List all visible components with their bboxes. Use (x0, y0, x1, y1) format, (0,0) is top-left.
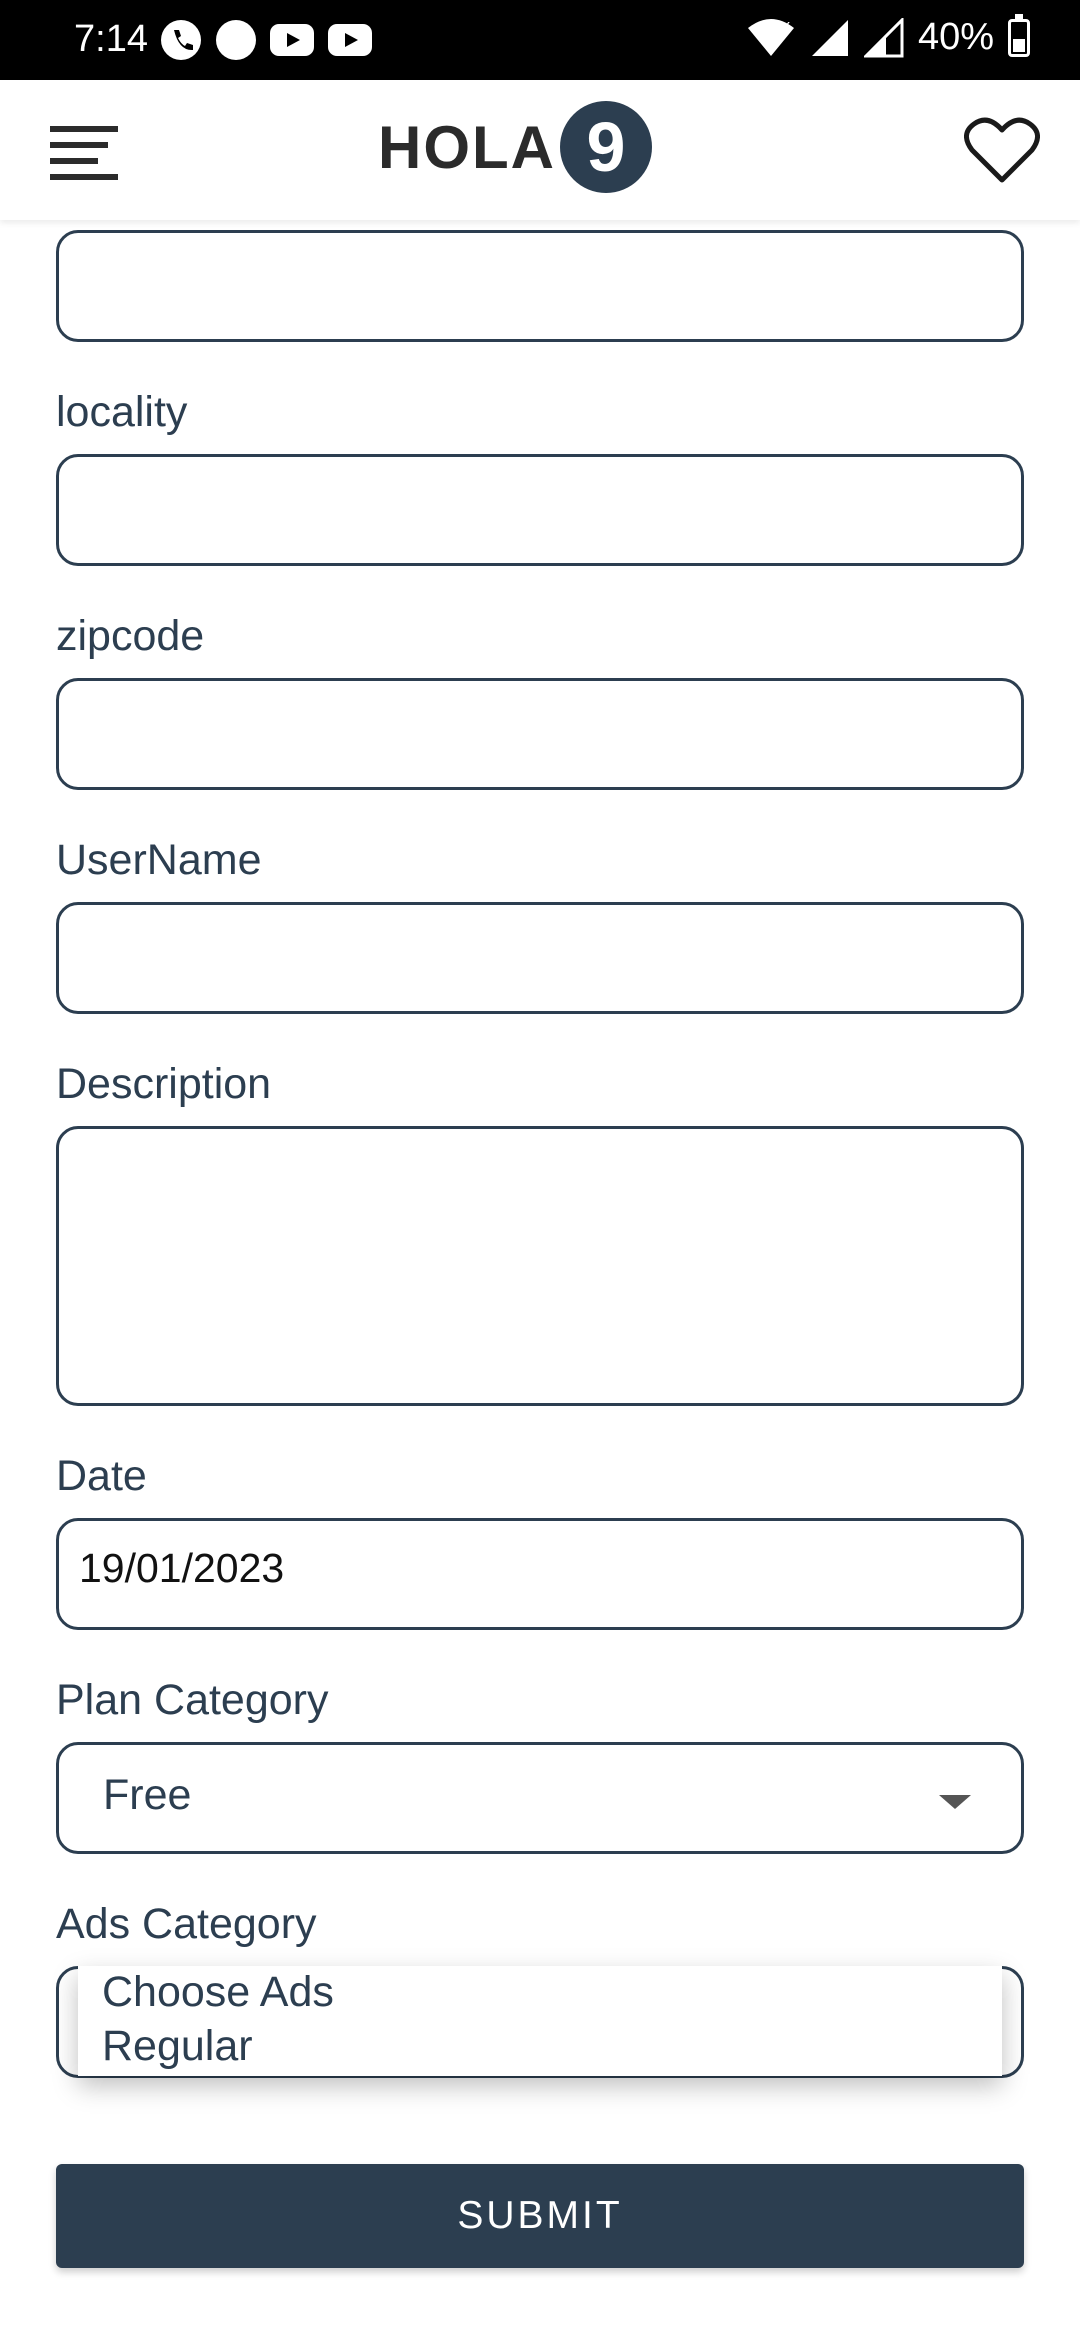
logo-badge: 9 (559, 101, 652, 193)
plan-category-select[interactable]: Free (56, 1742, 1024, 1854)
circle-notification-icon (216, 20, 256, 60)
zipcode-input[interactable] (56, 678, 1024, 790)
system-icons: x 40% (746, 13, 1030, 59)
submit-button[interactable]: SUBMIT (56, 2164, 1024, 2268)
heart-icon[interactable] (964, 116, 1040, 184)
locality-label: locality (56, 388, 188, 436)
date-value: 19/01/2023 (79, 1545, 285, 1591)
ads-category-dropdown: Choose Ads Regular (78, 1966, 1002, 2076)
hamburger-menu-icon[interactable] (50, 124, 122, 180)
phone-icon (161, 20, 201, 60)
notification-icons (160, 18, 372, 62)
top-field-input[interactable] (56, 230, 1024, 342)
youtube-icon (270, 24, 314, 56)
locality-input[interactable] (56, 454, 1024, 566)
signal-icon (811, 19, 848, 56)
description-label: Description (56, 1060, 272, 1108)
status-bar: 7:14 x 40% (0, 0, 1080, 80)
dropdown-option-regular[interactable]: Regular (102, 2022, 253, 2071)
hola9-logo[interactable]: HOLA 9 (378, 92, 652, 202)
svg-text:x: x (782, 18, 790, 34)
status-time: 7:14 (74, 18, 148, 60)
zipcode-label: zipcode (56, 612, 205, 660)
description-textarea[interactable] (56, 1126, 1024, 1406)
date-label: Date (56, 1452, 147, 1500)
chevron-down-icon (939, 1795, 971, 1809)
dropdown-option-choose-ads[interactable]: Choose Ads (102, 1968, 334, 2017)
app-header: HOLA 9 (0, 80, 1080, 220)
signal-icon (863, 17, 904, 57)
plan-category-value: Free (103, 1771, 192, 1819)
logo-text: HOLA (378, 113, 556, 181)
date-input[interactable]: 19/01/2023 (56, 1518, 1024, 1630)
username-input[interactable] (56, 902, 1024, 1014)
battery-icon (1008, 13, 1030, 57)
plan-category-label: Plan Category (56, 1676, 329, 1724)
youtube-icon (328, 24, 372, 56)
username-label: UserName (56, 836, 262, 884)
battery-percent: 40% (917, 16, 994, 58)
ads-category-label: Ads Category (56, 1900, 317, 1948)
wifi-icon: x (747, 18, 794, 56)
